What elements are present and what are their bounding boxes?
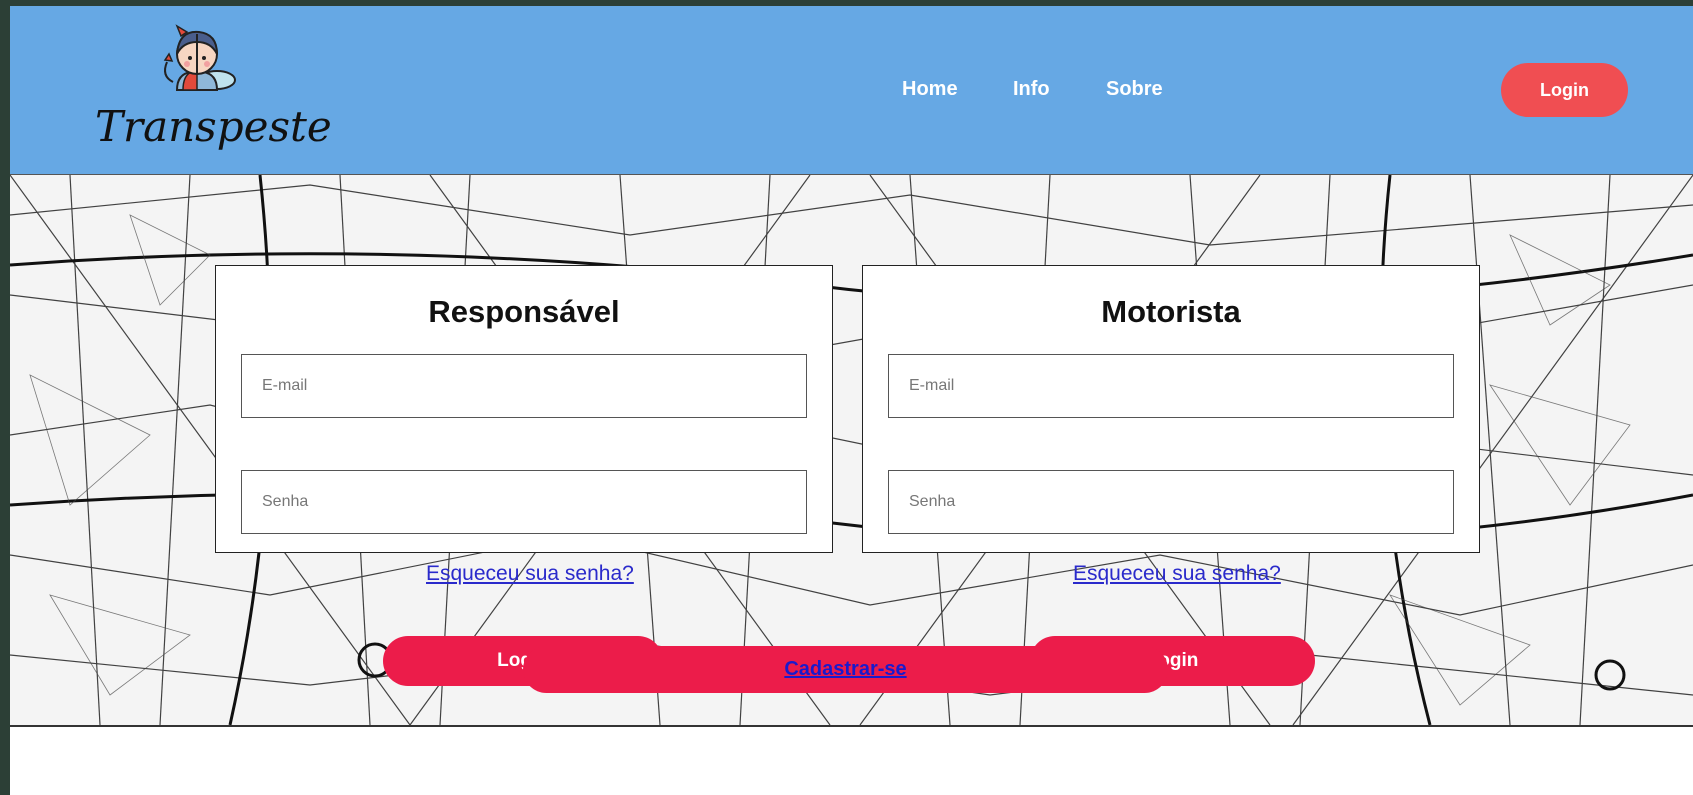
responsavel-senha-input[interactable] <box>241 470 807 534</box>
site-header: Transpeste Home Info Sobre Login <box>10 6 1693 174</box>
responsavel-title: Responsável <box>428 294 620 329</box>
nav-home[interactable]: Home <box>902 78 958 101</box>
motorista-senha-input[interactable] <box>888 470 1454 534</box>
nav-info[interactable]: Info <box>1013 78 1050 101</box>
window-frame-left <box>0 0 10 795</box>
motorista-email-input[interactable] <box>888 354 1454 418</box>
nav-sobre[interactable]: Sobre <box>1106 78 1163 101</box>
brand-name: Transpeste <box>95 102 332 151</box>
header-login-button[interactable]: Login <box>1501 63 1628 117</box>
page: Transpeste Home Info Sobre Login Respons… <box>10 6 1693 795</box>
responsavel-card: Responsável <box>215 265 833 553</box>
responsavel-email-input[interactable] <box>241 354 807 418</box>
motorista-card: Motorista <box>862 265 1480 553</box>
motorista-forgot-link[interactable]: Esqueceu sua senha? <box>1073 562 1281 586</box>
mascot-icon <box>163 24 236 91</box>
cadastrar-button[interactable]: Cadastrar-se <box>523 646 1168 693</box>
brand-logo[interactable]: Transpeste <box>95 20 332 160</box>
motorista-title: Motorista <box>1101 294 1241 329</box>
responsavel-forgot-link[interactable]: Esqueceu sua senha? <box>426 562 634 586</box>
